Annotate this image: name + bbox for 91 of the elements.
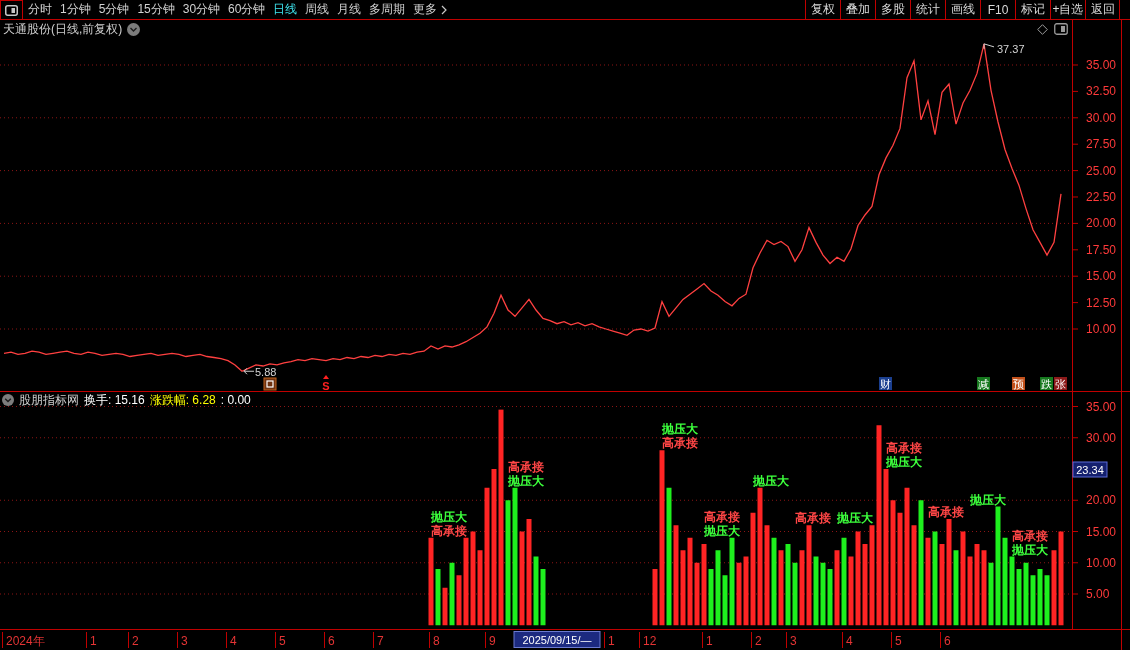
signal-label: 高承接 [1012, 528, 1048, 543]
indicator-readout: 涨跌幅: 6.28 [149, 391, 216, 409]
signal-label: 抛压大 [753, 473, 789, 488]
axis-label: 1 [608, 634, 615, 648]
axis-label: 5 [279, 634, 286, 648]
signal-label: 高承接 [662, 436, 698, 451]
signal-label: 抛压大 [431, 509, 467, 524]
chevron-down-icon[interactable] [2, 394, 14, 406]
price-label: 37.37 [997, 42, 1025, 55]
period-tab[interactable]: 日线 [273, 0, 298, 19]
period-tab[interactable]: 多周期 [369, 0, 406, 19]
signal-label: 抛压大 [508, 473, 544, 488]
square-icon [263, 377, 277, 391]
signal-label: 抛压大 [970, 492, 1006, 507]
axis-label: 25.00 [1086, 163, 1117, 178]
axis-label: 12 [643, 634, 657, 648]
period-tab[interactable]: 15分钟 [137, 0, 175, 19]
chevron-down-icon[interactable] [127, 22, 141, 36]
axis-label: 15.00 [1086, 524, 1117, 539]
signal-label: 抛压大 [1012, 542, 1048, 557]
axis-label: 20.00 [1086, 216, 1117, 231]
arrow-icon [243, 367, 255, 375]
date-label: 2025/09/15/— [513, 631, 601, 648]
marker-badge: 预 [1012, 377, 1025, 390]
signal-label: 高承接 [795, 511, 831, 526]
axis-label: 35.00 [1086, 399, 1117, 414]
panel-icon[interactable] [1054, 23, 1068, 35]
indicator-readout: : 0.00 [220, 393, 251, 407]
axis-label: 6 [944, 634, 951, 648]
toolbar-button[interactable]: 返回 [1085, 0, 1120, 19]
axis-label: 35.00 [1086, 58, 1117, 72]
axis-label: 5 [895, 634, 902, 648]
marker-badge: 减 [977, 377, 990, 390]
axis-label: 17.50 [1086, 242, 1117, 257]
signal-label: 高承接 [431, 523, 467, 538]
period-tab[interactable]: 60分钟 [228, 0, 266, 19]
axis-label: 8 [433, 634, 440, 648]
value-label: 23.34 [1072, 461, 1108, 478]
diamond-icon[interactable] [1037, 23, 1048, 35]
axis-label: 1 [706, 634, 713, 648]
marker-badge: 张 [1054, 377, 1067, 390]
signal-label: 抛压大 [886, 455, 922, 469]
indicator-title: 股朋指标网 [19, 391, 79, 409]
axis-label: 22.50 [1086, 190, 1117, 204]
period-tab[interactable]: 1分钟 [60, 0, 91, 19]
period-tab[interactable]: 分时 [28, 0, 52, 19]
axis-label: 4 [846, 634, 853, 648]
chart-title: 天通股份(日线,前复权) [3, 20, 123, 38]
panel-toggle-button[interactable] [0, 0, 23, 19]
axis-label: 15.00 [1086, 269, 1117, 284]
signal-label: 抛压大 [837, 511, 873, 526]
signal-label: 高承接 [928, 505, 964, 519]
signal-label: S [322, 380, 330, 391]
signal-label: 抛压大 [704, 523, 740, 538]
chevron-right-icon [441, 4, 448, 15]
signal-label: 抛压大 [662, 422, 698, 437]
axis-label: 30.00 [1086, 110, 1117, 125]
axis-label: 10.00 [1086, 322, 1117, 336]
axis-label: 3 [790, 634, 797, 648]
axis-label: 10.00 [1086, 555, 1117, 570]
more-menu[interactable]: 更多 [413, 0, 448, 19]
axis-label: 6 [328, 634, 335, 648]
axis-label: 20.00 [1086, 493, 1117, 508]
period-tab[interactable]: 30分钟 [182, 0, 221, 19]
axis-label: 2024年 [6, 634, 45, 648]
axis-label: 30.00 [1086, 430, 1117, 445]
signal-label: 高承接 [886, 441, 922, 455]
axis-label: 2 [755, 634, 762, 648]
price-label: 5.88 [255, 366, 277, 379]
toolbar-button[interactable]: +自选 [1050, 0, 1085, 19]
axis-label: 5.00 [1086, 587, 1110, 601]
axis-label: 27.50 [1086, 137, 1117, 152]
axis-label: 2 [132, 634, 139, 648]
axis-label: 7 [377, 634, 384, 648]
signal-label: 高承接 [704, 509, 740, 524]
axis-label: 12.50 [1086, 295, 1117, 310]
indicator-readout: 换手: 15.16 [84, 391, 145, 409]
caret-icon [323, 375, 329, 379]
signal-label: 高承接 [508, 459, 544, 474]
axis-label: 9 [489, 634, 496, 648]
axis-label: 3 [181, 634, 188, 648]
marker-badge: 跌 [1040, 377, 1053, 390]
axis-label: 1 [90, 634, 97, 648]
period-tab[interactable]: 5分钟 [98, 0, 130, 19]
axis-label: 4 [230, 634, 237, 648]
panel-icon [5, 4, 18, 16]
pointer-icon [983, 43, 995, 50]
period-tab[interactable]: 月线 [337, 0, 362, 19]
marker-badge: 财 [879, 377, 892, 390]
period-tab[interactable]: 周线 [305, 0, 330, 19]
axis-label: 32.50 [1086, 84, 1117, 99]
